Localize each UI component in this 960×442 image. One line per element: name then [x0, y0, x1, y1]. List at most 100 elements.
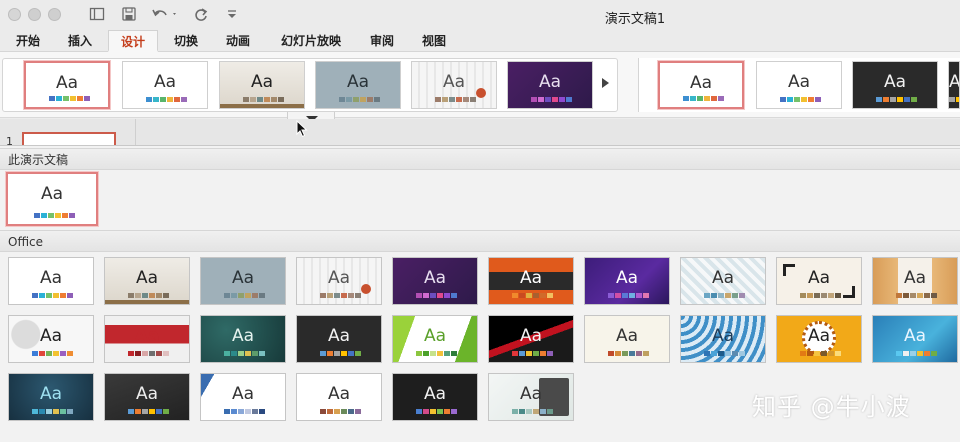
office-theme-thumbnail[interactable]: Aa [8, 257, 94, 305]
tab-review[interactable]: 审阅 [360, 30, 404, 52]
office-theme-thumbnail[interactable]: Aa [200, 257, 286, 305]
theme-preview-text: Aa [689, 73, 713, 93]
current-theme-thumbnail[interactable]: Aa [6, 172, 98, 226]
color-swatches [896, 293, 937, 298]
section-header-this-presentation: 此演示文稿 [0, 148, 960, 170]
color-swatches [224, 351, 265, 356]
color-swatches [128, 351, 169, 356]
theme-preview-text: Aa [949, 72, 960, 92]
theme-preview-text: Aa [711, 268, 735, 288]
color-swatches [800, 351, 841, 356]
tab-insert[interactable]: 插入 [58, 30, 102, 52]
tab-transitions[interactable]: 切换 [164, 30, 208, 52]
theme-preview-text: Aa [423, 268, 447, 288]
ribbon-theme-thumbnail[interactable]: Aa [24, 61, 110, 109]
theme-preview-text: Aa [327, 268, 351, 288]
office-theme-thumbnail[interactable]: Aa [584, 257, 670, 305]
variant-thumbnail[interactable]: Aa [948, 61, 960, 109]
office-theme-thumbnail[interactable]: Aa [872, 315, 958, 363]
scroll-right-icon[interactable] [602, 78, 609, 88]
color-swatches [704, 351, 745, 356]
office-theme-thumbnail[interactable]: Aa [488, 315, 574, 363]
color-swatches [800, 293, 841, 298]
color-swatches [608, 293, 649, 298]
theme-preview-text: Aa [711, 326, 735, 346]
tab-slideshow[interactable]: 幻灯片放映 [270, 30, 352, 52]
office-theme-thumbnail[interactable]: Aa [488, 257, 574, 305]
ribbon-theme-thumbnail[interactable]: Aa [315, 61, 401, 109]
office-theme-thumbnail[interactable]: Aa [392, 373, 478, 421]
office-theme-thumbnail[interactable]: Aa [776, 257, 862, 305]
color-swatches [416, 293, 457, 298]
color-swatches [32, 351, 73, 356]
color-swatches [224, 409, 265, 414]
color-swatches [704, 293, 745, 298]
color-swatches [608, 351, 649, 356]
office-theme-thumbnail[interactable]: Aa [488, 373, 574, 421]
office-theme-thumbnail[interactable]: Aa [680, 257, 766, 305]
theme-preview-text: Aa [903, 326, 927, 346]
color-swatches [34, 213, 75, 218]
ribbon-theme-thumbnail[interactable]: Aa [507, 61, 593, 109]
color-swatches [32, 409, 73, 414]
color-swatches [49, 96, 90, 101]
theme-preview-text: Aa [134, 326, 160, 346]
tab-view[interactable]: 视图 [412, 30, 456, 52]
theme-preview-text: Aa [883, 72, 907, 92]
tab-animations[interactable]: 动画 [216, 30, 260, 52]
office-theme-thumbnail[interactable]: Aa [296, 315, 382, 363]
office-theme-thumbnail[interactable]: Aa [296, 257, 382, 305]
theme-preview-text: Aa [538, 72, 562, 92]
office-theme-thumbnail[interactable]: Aa [8, 315, 94, 363]
variant-thumbnail[interactable]: Aa [658, 61, 744, 109]
theme-preview-text: Aa [423, 384, 447, 404]
color-swatches [512, 293, 553, 298]
title-bar: 演示文稿1 [0, 0, 960, 30]
office-theme-thumbnail[interactable]: Aa [584, 315, 670, 363]
theme-preview-text: Aa [787, 72, 811, 92]
office-theme-thumbnail[interactable]: Aa [200, 315, 286, 363]
office-theme-thumbnail[interactable]: Aa [392, 315, 478, 363]
color-swatches [531, 97, 572, 102]
color-swatches [224, 293, 265, 298]
office-theme-thumbnail[interactable]: Aa [680, 315, 766, 363]
theme-preview-text: Aa [519, 384, 543, 404]
office-theme-thumbnail[interactable]: Aa [296, 373, 382, 421]
theme-preview-text: Aa [615, 268, 639, 288]
ribbon-theme-thumbnail[interactable]: Aa [122, 61, 208, 109]
section-header-office: Office [0, 230, 960, 252]
office-theme-thumbnail[interactable]: Aa [776, 315, 862, 363]
color-swatches [876, 97, 917, 102]
slide-pane: 1 [0, 119, 960, 148]
color-swatches [896, 351, 937, 356]
pane-divider [135, 119, 136, 145]
office-theme-thumbnail[interactable]: Aa [104, 373, 190, 421]
window-title: 演示文稿1 [604, 12, 666, 27]
watermark: 知乎 @牛小波 [752, 393, 911, 421]
theme-preview-text: Aa [231, 268, 255, 288]
office-theme-thumbnail[interactable]: Aa [104, 257, 190, 305]
office-theme-thumbnail[interactable]: Aa [872, 257, 958, 305]
mouse-cursor-icon [296, 119, 308, 142]
tab-home[interactable]: 开始 [6, 30, 50, 52]
theme-preview-text: Aa [519, 326, 543, 346]
office-theme-thumbnail[interactable]: Aa [200, 373, 286, 421]
theme-preview-text: Aa [231, 384, 255, 404]
office-theme-thumbnail[interactable]: Aa [8, 373, 94, 421]
tab-design[interactable]: 设计 [108, 30, 158, 52]
theme-preview-text: Aa [442, 72, 466, 92]
color-swatches [512, 409, 553, 414]
color-swatches [435, 97, 476, 102]
ribbon-theme-thumbnail[interactable]: Aa [219, 61, 305, 109]
office-theme-thumbnail[interactable]: Aa [392, 257, 478, 305]
theme-preview-text: Aa [327, 326, 351, 346]
color-swatches [416, 351, 457, 356]
color-swatches [320, 409, 361, 414]
theme-preview-text: Aa [903, 268, 927, 288]
office-theme-thumbnail[interactable]: Aa [104, 315, 190, 363]
color-swatches [780, 97, 821, 102]
color-swatches [146, 97, 187, 102]
variant-thumbnail[interactable]: Aa [852, 61, 938, 109]
variant-thumbnail[interactable]: Aa [756, 61, 842, 109]
ribbon-theme-thumbnail[interactable]: Aa [411, 61, 497, 109]
